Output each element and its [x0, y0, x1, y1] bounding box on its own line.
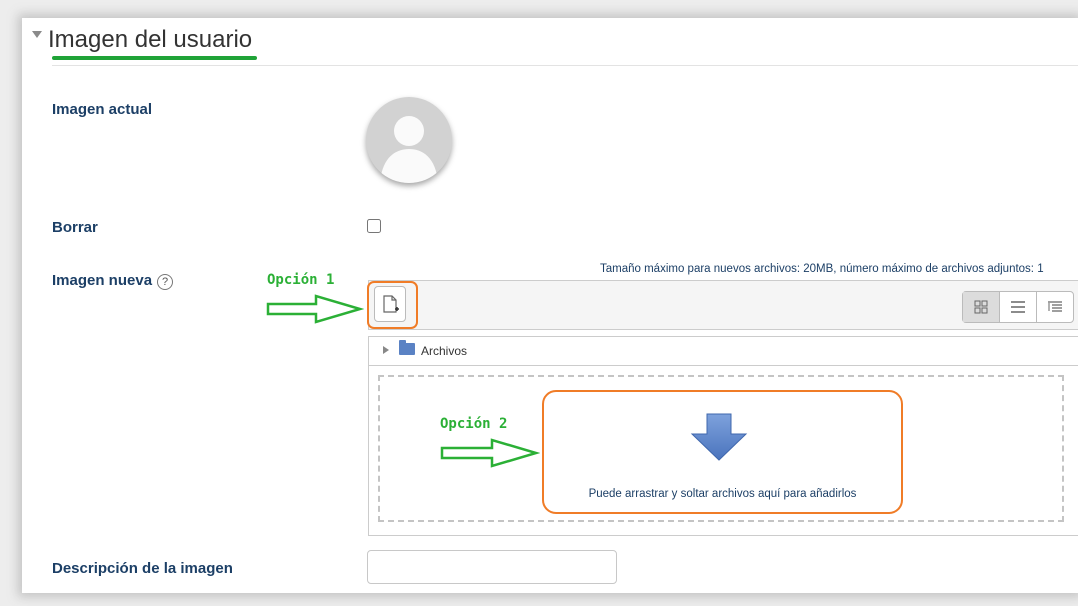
add-file-icon [383, 295, 399, 313]
title-underline-annotation [52, 56, 257, 60]
option-1-arrow-icon [266, 294, 364, 324]
list-view-icon [1011, 301, 1025, 313]
new-image-label: Imagen nueva [52, 272, 153, 289]
section-divider [52, 65, 1078, 66]
list-view-button[interactable] [999, 292, 1036, 322]
icons-view-button[interactable] [963, 292, 999, 322]
folder-label[interactable]: Archivos [421, 344, 467, 358]
option-2-annotation: Opción 2 [440, 416, 508, 432]
default-user-icon [380, 116, 438, 183]
tree-view-icon [1048, 301, 1062, 312]
expand-arrow-icon[interactable] [383, 346, 389, 354]
current-image-label: Imagen actual [52, 101, 153, 118]
filemanager-path-bar [368, 336, 1078, 366]
delete-label: Borrar [52, 219, 98, 236]
max-file-info: Tamaño máximo para nuevos archivos: 20MB… [600, 263, 1044, 275]
section-title[interactable]: Imagen del usuario [48, 26, 252, 54]
icons-view-icon [974, 300, 988, 314]
user-image-section: Imagen del usuario Imagen actual Borrar … [22, 18, 1078, 593]
option-2-arrow-icon [440, 438, 540, 468]
view-switcher [962, 291, 1074, 323]
folder-icon [399, 340, 415, 355]
help-icon[interactable]: ? [157, 274, 173, 290]
add-file-button[interactable] [374, 286, 406, 322]
delete-checkbox[interactable] [367, 219, 381, 233]
image-description-input[interactable] [367, 550, 617, 584]
collapse-toggle-icon[interactable] [32, 31, 42, 38]
description-label: Descripción de la imagen [52, 560, 233, 577]
tree-view-button[interactable] [1036, 292, 1073, 322]
user-avatar [366, 97, 452, 183]
drop-zone-text: Puede arrastrar y soltar archivos aquí p… [588, 488, 857, 500]
drop-arrow-icon [690, 413, 748, 461]
option-1-annotation: Opción 1 [267, 272, 335, 288]
